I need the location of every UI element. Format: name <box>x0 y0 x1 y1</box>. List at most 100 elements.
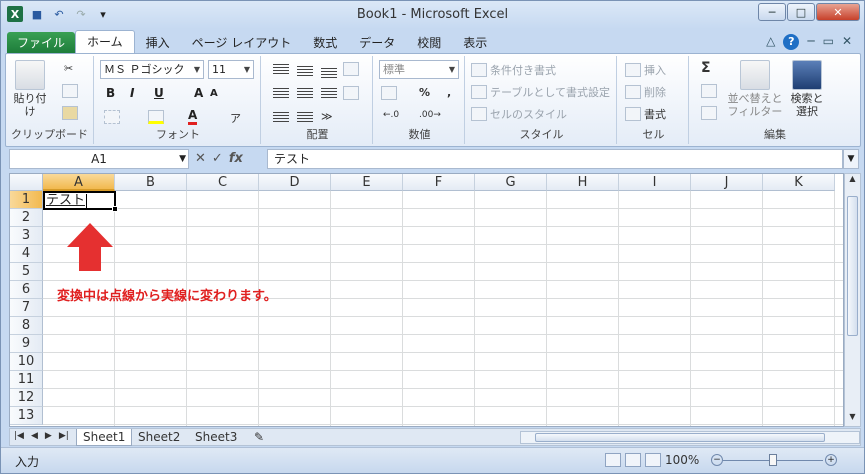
column-header-e[interactable]: E <box>331 174 403 191</box>
page-break-view-icon[interactable] <box>645 453 661 467</box>
scroll-up-icon[interactable]: ▲ <box>845 174 860 188</box>
column-header-b[interactable]: B <box>115 174 187 191</box>
wrap-text-icon[interactable] <box>343 86 359 100</box>
format-cells-button[interactable]: 書式 <box>625 106 666 122</box>
underline-button[interactable]: U <box>154 86 164 100</box>
vertical-scrollbar[interactable]: ▲ ▼ <box>844 173 861 427</box>
italic-button[interactable]: I <box>130 86 134 100</box>
minimize-button[interactable]: ─ <box>758 3 786 21</box>
tab-view[interactable]: 表示 <box>452 32 498 54</box>
active-cell-a1[interactable]: テスト <box>43 191 118 212</box>
clear-icon[interactable] <box>701 106 717 120</box>
increase-indent-icon[interactable] <box>297 112 313 124</box>
row-header-8[interactable]: 8 <box>10 317 43 335</box>
zoom-out-icon[interactable]: − <box>711 454 723 466</box>
column-header-f[interactable]: F <box>403 174 475 191</box>
row-header-4[interactable]: 4 <box>10 245 43 263</box>
first-sheet-icon[interactable]: |◀ <box>14 431 24 441</box>
shrink-font-button[interactable]: A <box>210 88 218 99</box>
paste-button[interactable]: 貼り付け <box>10 60 50 118</box>
row-header-6[interactable]: 6 <box>10 281 43 299</box>
doc-minimize-icon[interactable]: ─ <box>807 34 814 50</box>
border-icon[interactable] <box>104 110 120 124</box>
tab-insert[interactable]: 挿入 <box>135 32 181 54</box>
last-sheet-icon[interactable]: ▶| <box>59 431 69 441</box>
cell-styles-button[interactable]: セルのスタイル <box>471 106 567 122</box>
prev-sheet-icon[interactable]: ◀ <box>31 431 38 441</box>
format-as-table-button[interactable]: テーブルとして書式設定 <box>471 84 610 100</box>
sort-filter-button[interactable]: 並べ替えと フィルター <box>727 60 783 118</box>
page-layout-view-icon[interactable] <box>625 453 641 467</box>
next-sheet-icon[interactable]: ▶ <box>45 431 52 441</box>
expand-formula-icon[interactable]: ▼ <box>843 149 859 169</box>
comma-button[interactable]: , <box>447 86 451 99</box>
column-header-h[interactable]: H <box>547 174 619 191</box>
row-header-1[interactable]: 1 <box>10 191 43 209</box>
select-all-corner[interactable] <box>10 174 43 191</box>
zoom-slider[interactable]: − + <box>711 454 837 467</box>
row-header-12[interactable]: 12 <box>10 389 43 407</box>
column-header-d[interactable]: D <box>259 174 331 191</box>
number-format-select[interactable]: 標準 ▼ <box>379 60 459 79</box>
name-box[interactable]: A1 ▼ <box>9 149 189 169</box>
decrease-indent-icon[interactable] <box>273 112 289 124</box>
scroll-down-icon[interactable]: ▼ <box>845 412 860 426</box>
formula-input[interactable]: テスト <box>267 149 843 169</box>
row-header-7[interactable]: 7 <box>10 299 43 317</box>
zoom-in-icon[interactable]: + <box>825 454 837 466</box>
tab-review[interactable]: 校閲 <box>406 32 452 54</box>
maximize-button[interactable]: □ <box>787 3 815 21</box>
increase-decimal-icon[interactable]: ←.0 <box>383 110 399 120</box>
fill-color-icon[interactable] <box>148 110 164 124</box>
fill-icon[interactable] <box>701 84 717 98</box>
horizontal-scrollbar[interactable] <box>520 431 860 444</box>
cut-icon[interactable]: ✂ <box>64 62 73 75</box>
minimize-ribbon-icon[interactable]: △ <box>766 34 775 50</box>
close-button[interactable]: ✕ <box>816 3 860 21</box>
column-header-g[interactable]: G <box>475 174 547 191</box>
tab-file[interactable]: ファイル <box>7 32 76 54</box>
decrease-decimal-icon[interactable]: .00→ <box>419 110 441 120</box>
delete-cells-button[interactable]: 削除 <box>625 84 666 100</box>
column-header-a[interactable]: A <box>43 174 115 191</box>
percent-button[interactable]: % <box>419 86 430 99</box>
bold-button[interactable]: B <box>106 86 115 100</box>
help-icon[interactable]: ? <box>783 34 800 50</box>
tab-data[interactable]: データ <box>348 32 406 54</box>
row-header-2[interactable]: 2 <box>10 209 43 227</box>
column-header-j[interactable]: J <box>691 174 763 191</box>
row-header-13[interactable]: 13 <box>10 407 43 425</box>
tab-home[interactable]: ホーム <box>75 30 135 54</box>
text-direction-icon[interactable]: ≫ <box>321 110 333 123</box>
scroll-thumb[interactable] <box>847 196 858 336</box>
insert-function-icon[interactable]: fx <box>229 151 243 166</box>
font-name-select[interactable]: ＭＳ Ｐゴシック ▼ <box>100 60 204 79</box>
doc-close-icon[interactable]: ✕ <box>842 34 852 50</box>
fill-handle[interactable] <box>112 206 118 212</box>
align-right-icon[interactable] <box>321 88 337 100</box>
align-top-icon[interactable] <box>273 64 289 76</box>
font-color-button[interactable]: A <box>188 108 198 125</box>
copy-icon[interactable] <box>62 84 78 98</box>
font-size-select[interactable]: 11 ▼ <box>208 60 254 79</box>
find-select-button[interactable]: 検索と 選択 <box>787 60 827 118</box>
column-header-k[interactable]: K <box>763 174 835 191</box>
sheet-tab-2[interactable]: Sheet2 <box>132 429 186 446</box>
new-sheet-icon[interactable]: ✎ <box>248 429 270 446</box>
column-header-i[interactable]: I <box>619 174 691 191</box>
insert-cells-button[interactable]: 挿入 <box>625 62 666 78</box>
doc-restore-icon[interactable]: ▭ <box>823 34 834 50</box>
row-header-5[interactable]: 5 <box>10 263 43 281</box>
align-left-icon[interactable] <box>273 88 289 100</box>
hscroll-thumb[interactable] <box>535 433 825 442</box>
tab-page-layout[interactable]: ページ レイアウト <box>181 32 303 54</box>
conditional-format-button[interactable]: 条件付き書式 <box>471 62 556 78</box>
autosum-button[interactable]: Σ <box>701 60 711 76</box>
row-header-3[interactable]: 3 <box>10 227 43 245</box>
sheet-tab-1[interactable]: Sheet1 <box>76 429 133 446</box>
column-header-c[interactable]: C <box>187 174 259 191</box>
zoom-level[interactable]: 100% <box>665 453 699 467</box>
align-center-icon[interactable] <box>297 88 313 100</box>
phonetic-icon[interactable]: ア <box>230 110 241 126</box>
align-bottom-icon[interactable] <box>321 68 337 80</box>
